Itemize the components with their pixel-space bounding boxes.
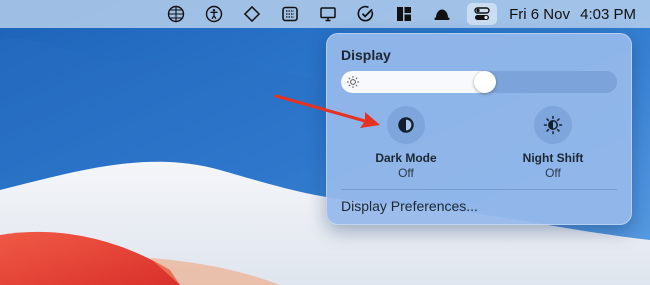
control-center-icon[interactable] xyxy=(467,3,498,25)
menu-bar: Fri 6 Nov 4:03 PM xyxy=(0,0,650,28)
night-shift-state: Off xyxy=(545,166,561,180)
globe-grid-icon[interactable] xyxy=(163,3,189,25)
tiles-icon[interactable] xyxy=(391,3,417,25)
menubar-clock[interactable]: Fri 6 Nov 4:03 PM xyxy=(509,6,636,23)
clock-time: 4:03 PM xyxy=(580,5,636,23)
checkmark-circle-icon[interactable] xyxy=(353,3,379,25)
panel-title: Display xyxy=(341,47,391,63)
brightness-icon xyxy=(347,76,359,88)
clock-date: Fri 6 Nov xyxy=(509,5,570,23)
night-shift-button[interactable] xyxy=(534,106,572,144)
display-icon[interactable] xyxy=(315,3,341,25)
dark-mode-state: Off xyxy=(398,166,414,180)
diamond-icon[interactable] xyxy=(239,3,265,25)
dark-mode-icon xyxy=(398,117,414,133)
hat-icon[interactable] xyxy=(429,3,455,25)
annotation-arrow xyxy=(274,94,380,128)
panel-divider xyxy=(341,189,617,190)
brightness-slider-thumb[interactable] xyxy=(474,71,496,93)
dark-mode-label: Dark Mode xyxy=(375,151,437,165)
grid-box-icon[interactable] xyxy=(277,3,303,25)
night-shift-label: Night Shift xyxy=(522,151,584,165)
accessibility-icon[interactable] xyxy=(201,3,227,25)
display-preferences-link[interactable]: Display Preferences... xyxy=(341,198,478,214)
dark-mode-button[interactable] xyxy=(387,106,425,144)
night-shift-toggle[interactable]: Night Shift Off xyxy=(493,106,613,180)
night-shift-icon xyxy=(543,115,563,135)
